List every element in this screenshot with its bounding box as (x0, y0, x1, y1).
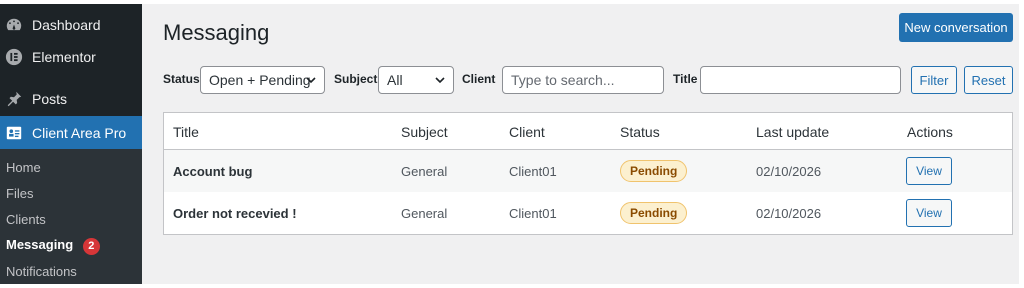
submenu-label: Messaging (6, 237, 74, 252)
conversation-title[interactable]: Order not recevied ! (173, 206, 297, 221)
status-select[interactable]: Open + Pending (200, 66, 325, 94)
sidebar-item-label: Dashboard (32, 17, 101, 33)
subject-select[interactable]: All (378, 66, 454, 94)
table-row[interactable]: Order not recevied ! General Client01 Pe… (164, 192, 1012, 234)
chevron-down-icon (435, 77, 445, 84)
view-button[interactable]: View (906, 199, 952, 227)
title-filter-label: Title (673, 72, 698, 86)
conversation-last-update: 02/10/2026 (756, 206, 822, 221)
submenu-label: Home (6, 160, 41, 175)
status-filter-label: Status (163, 72, 200, 86)
conversation-last-update: 02/10/2026 (756, 164, 822, 179)
client-search-placeholder: Type to search... (511, 72, 615, 88)
submenu-item-clients[interactable]: Clients (6, 212, 46, 227)
main-content: Messaging New conversation Status Open +… (142, 4, 1019, 284)
subject-select-value: All (387, 72, 403, 88)
submenu-item-messaging[interactable]: Messaging 2 (6, 237, 100, 255)
conversation-client: Client01 (509, 206, 557, 221)
column-header-actions: Actions (907, 124, 953, 140)
status-badge: Pending (620, 160, 688, 182)
column-header-last-update[interactable]: Last update (756, 124, 829, 140)
conversations-table: Title Subject Client Status Last update … (163, 112, 1013, 235)
id-card-icon (4, 123, 24, 143)
conversation-title[interactable]: Account bug (173, 164, 252, 179)
table-header: Title Subject Client Status Last update … (164, 113, 1012, 150)
new-conversation-button[interactable]: New conversation (899, 13, 1013, 42)
elementor-icon (4, 47, 24, 67)
column-header-status[interactable]: Status (620, 124, 660, 140)
chevron-down-icon (306, 77, 316, 84)
table-row[interactable]: Account bug General Client01 Pending 02/… (164, 150, 1012, 192)
subject-filter-label: Subject (334, 72, 378, 86)
status-badge: Pending (620, 202, 688, 224)
dashboard-icon (4, 15, 24, 35)
sidebar-item-label: Client Area Pro (32, 124, 127, 141)
column-header-title[interactable]: Title (173, 124, 199, 140)
sidebar-item-posts[interactable]: Posts (0, 86, 142, 112)
conversation-subject: General (401, 206, 448, 221)
column-header-subject[interactable]: Subject (401, 124, 448, 140)
filter-button[interactable]: Filter (911, 66, 957, 94)
sidebar-item-dashboard[interactable]: Dashboard (0, 12, 142, 38)
page-title: Messaging (163, 20, 270, 45)
pushpin-icon (4, 89, 24, 109)
sidebar-item-label: Posts (32, 91, 68, 107)
reset-button[interactable]: Reset (964, 66, 1013, 94)
submenu-label: Notifications (6, 264, 77, 279)
sidebar-submenu: Home Files Clients Messaging 2 Notificat… (0, 149, 142, 284)
submenu-label: Files (6, 186, 34, 201)
conversation-subject: General (401, 164, 448, 179)
submenu-item-notifications[interactable]: Notifications (6, 264, 77, 279)
unread-count-badge: 2 (82, 238, 100, 255)
submenu-item-files[interactable]: Files (6, 186, 33, 201)
admin-sidebar: Dashboard Elementor Posts Client Area Pr… (0, 4, 142, 284)
client-filter-label: Client (462, 72, 496, 86)
title-input[interactable] (700, 66, 901, 94)
app-frame: Dashboard Elementor Posts Client Area Pr… (0, 0, 1024, 288)
status-select-value: Open + Pending (209, 72, 311, 88)
client-search-input[interactable]: Type to search... (502, 66, 664, 94)
column-header-client[interactable]: Client (509, 124, 545, 140)
submenu-label: Clients (6, 212, 46, 227)
submenu-item-home[interactable]: Home (6, 160, 41, 175)
sidebar-item-label: Elementor (32, 49, 96, 65)
sidebar-item-client-area-pro[interactable]: Client Area Pro (0, 116, 142, 149)
sidebar-item-elementor[interactable]: Elementor (0, 44, 142, 70)
conversation-client: Client01 (509, 164, 557, 179)
view-button[interactable]: View (906, 157, 952, 185)
